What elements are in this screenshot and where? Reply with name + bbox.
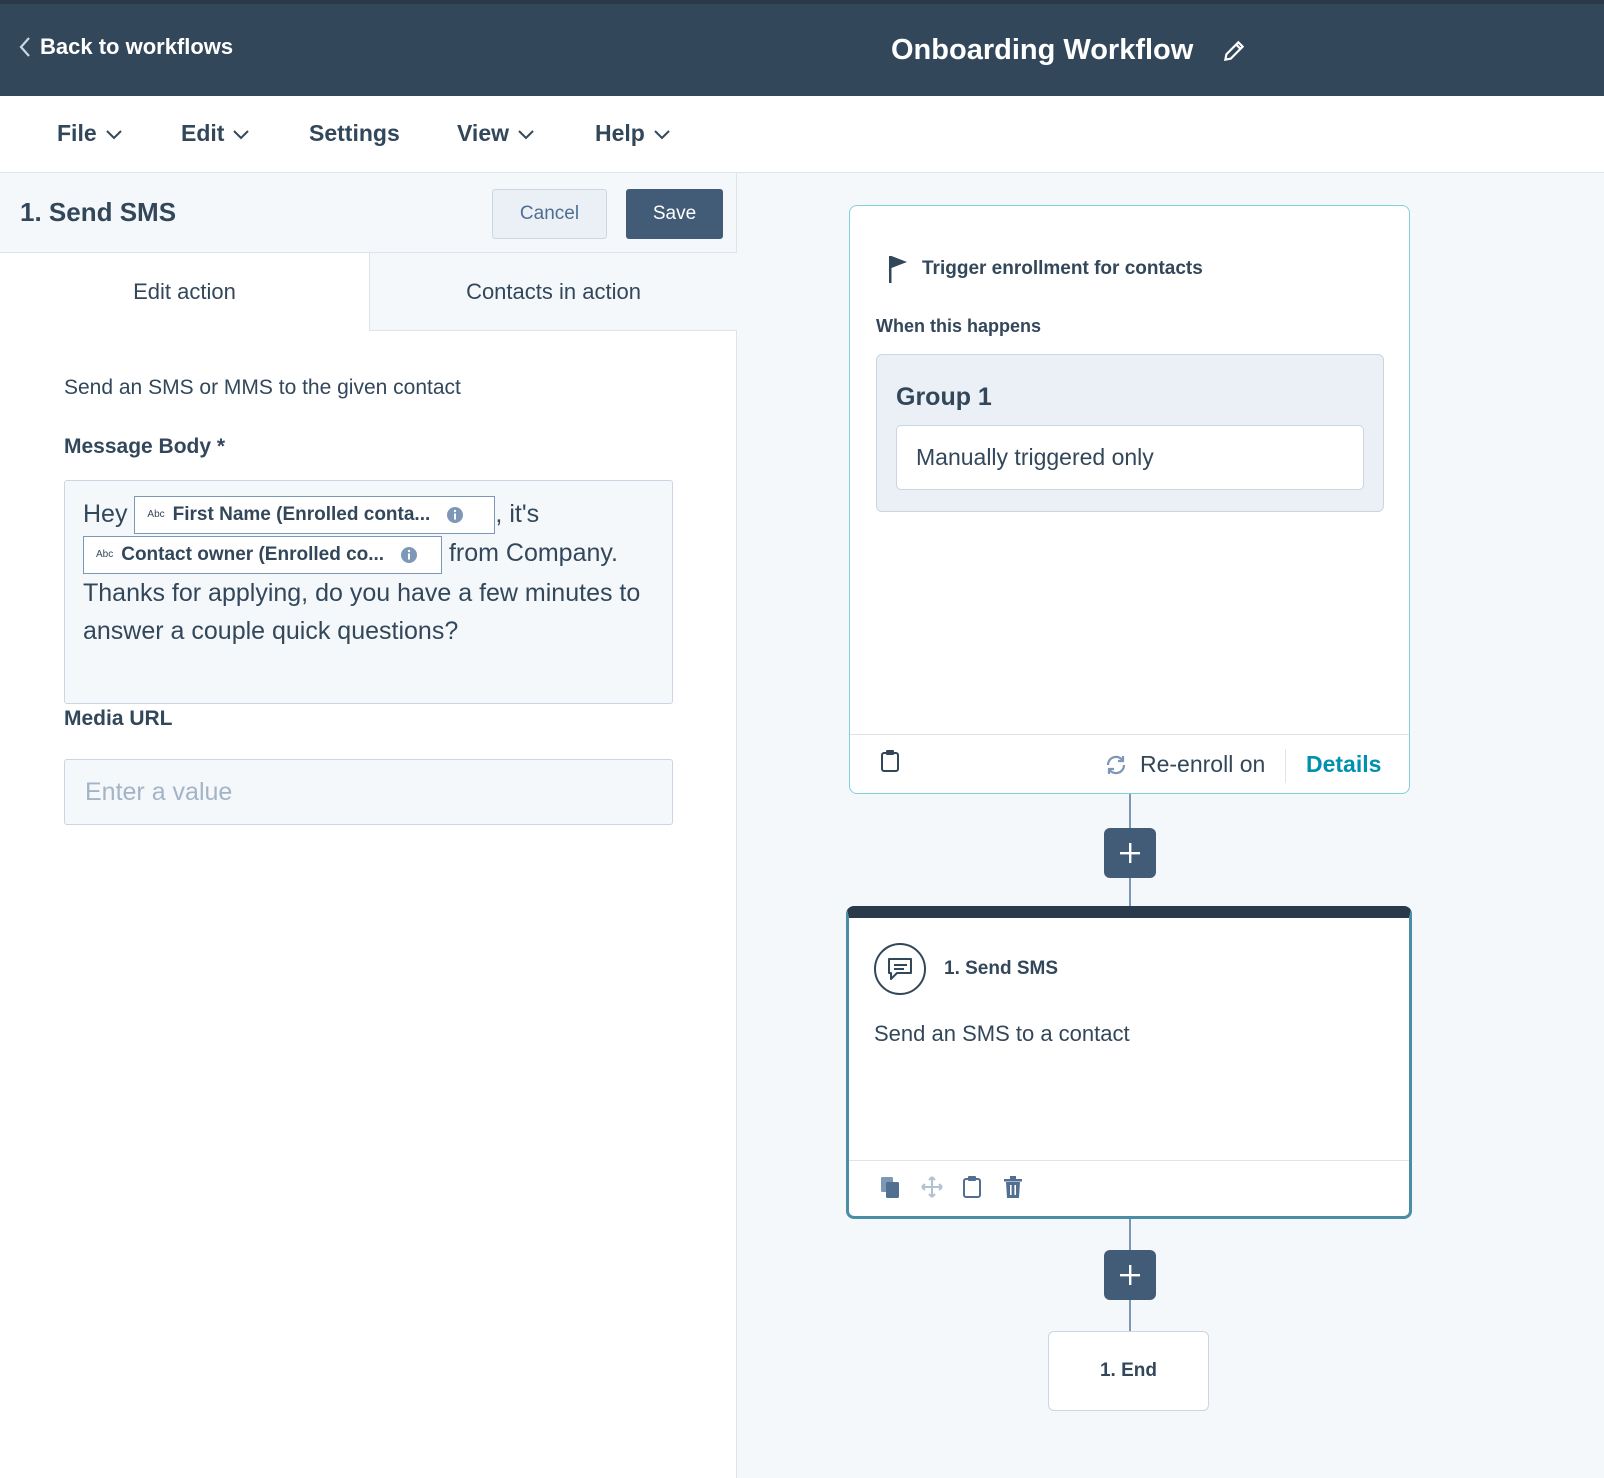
chevron-down-icon [233,129,250,139]
menu-edit[interactable]: Edit [181,120,250,147]
media-url-label: Media URL [64,707,173,730]
token-contact-owner[interactable]: Abc Contact owner (Enrolled co... [83,535,442,574]
connector-line [1129,1300,1131,1331]
message-text-its: , it's [495,500,540,528]
details-link[interactable]: Details [1306,751,1381,778]
connector-line [1129,794,1131,828]
menu-file[interactable]: File [57,120,123,147]
action-header: 1. Send SMS [874,943,1058,995]
trigger-header: Trigger enrollment for contacts [888,254,1203,284]
send-sms-action-card[interactable]: 1. Send SMS Send an SMS to a contact [846,906,1412,1219]
clipboard-icon[interactable] [880,749,900,773]
trigger-group[interactable]: Group 1 Manually triggered only [876,354,1384,512]
info-icon[interactable] [400,546,418,564]
cancel-button[interactable]: Cancel [492,189,607,239]
menu-settings-label: Settings [309,120,400,146]
trigger-footer: Re-enroll on Details [850,734,1409,793]
token-first-name[interactable]: Abc First Name (Enrolled conta... [134,496,496,535]
token-contact-owner-label: Contact owner (Enrolled co... [121,543,385,565]
token-first-name-label: First Name (Enrolled conta... [172,504,431,526]
action-description-canvas: Send an SMS to a contact [874,1021,1130,1046]
add-action-button[interactable] [1104,828,1156,878]
chevron-down-icon [105,129,122,139]
text-type-icon: Abc [147,509,165,521]
action-description: Send an SMS or MMS to the given contact [64,376,461,399]
menu-view[interactable]: View [457,120,535,147]
tab-contacts-in-action[interactable]: Contacts in action [369,253,737,331]
text-type-icon: Abc [96,548,114,560]
message-text-hey: Hey [83,500,128,528]
trigger-card[interactable]: Trigger enrollment for contacts When thi… [849,205,1410,794]
menu-help-label: Help [595,120,645,146]
connector-line [1129,1219,1131,1251]
connector-line [1129,878,1131,906]
reenroll-label: Re-enroll on [1140,751,1266,777]
menu-bar: File Edit Settings View Help [0,96,1604,173]
pencil-icon[interactable] [1221,38,1247,64]
menu-edit-label: Edit [181,120,225,146]
end-label: 1. End [1099,1360,1157,1381]
plus-icon [1120,843,1140,863]
panel-title: 1. Send SMS [20,197,177,227]
move-icon[interactable] [920,1175,944,1199]
group-title: Group 1 [896,383,992,411]
workflow-title: Onboarding Workflow [891,34,1247,67]
info-icon[interactable] [446,506,464,524]
menu-view-label: View [457,120,509,146]
action-footer [849,1160,1409,1216]
menu-help[interactable]: Help [595,120,671,147]
media-url-input[interactable] [64,759,673,825]
footer-divider [1285,749,1286,783]
panel-tabs: Edit action Contacts in action [0,253,737,331]
message-body-editor[interactable]: Hey Abc First Name (Enrolled conta... , … [64,480,673,704]
menu-settings[interactable]: Settings [309,120,400,147]
reenroll-status: Re-enroll on [1104,751,1265,778]
refresh-icon [1106,755,1126,774]
sms-chat-icon [874,943,926,995]
chevron-down-icon [654,129,670,139]
top-header: Back to workflows Onboarding Workflow [0,0,1604,96]
when-this-happens-label: When this happens [876,316,1042,336]
add-action-button[interactable] [1104,1250,1156,1300]
panel-header: 1. Send SMS Cancel Save [0,173,736,253]
clipboard-icon[interactable] [962,1175,982,1199]
end-card[interactable]: 1. End [1048,1331,1209,1411]
save-button[interactable]: Save [626,189,723,239]
workflow-title-text: Onboarding Workflow [891,34,1194,66]
edit-action-panel: 1. Send SMS Cancel Save Edit action Cont… [0,173,737,1478]
message-body-label: Message Body * [64,435,226,458]
action-title: 1. Send SMS [944,958,1059,979]
copy-icon[interactable] [879,1175,901,1199]
back-to-workflows-link[interactable]: Back to workflows [18,34,233,60]
trigger-title: Trigger enrollment for contacts [922,258,1203,279]
back-label: Back to workflows [40,34,234,59]
trash-icon[interactable] [1003,1175,1023,1199]
flag-icon [889,256,907,283]
plus-icon [1120,1265,1140,1285]
tab-edit-action[interactable]: Edit action [0,253,369,331]
menu-file-label: File [57,120,97,146]
chevron-left-icon [19,37,30,57]
chevron-down-icon [518,129,534,139]
group-condition[interactable]: Manually triggered only [896,425,1364,490]
